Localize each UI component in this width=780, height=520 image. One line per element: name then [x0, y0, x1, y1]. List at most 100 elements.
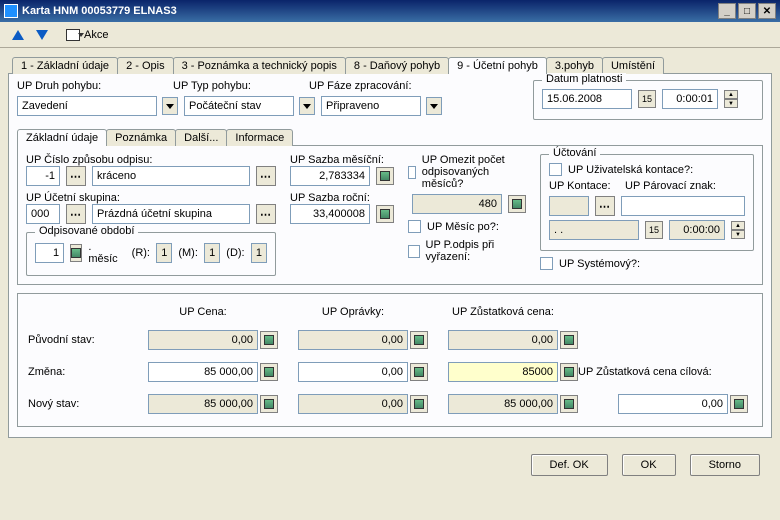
time-input[interactable]: 0:00:01	[662, 89, 718, 109]
cislo-input[interactable]: -1	[26, 166, 60, 186]
def-ok-button[interactable]: Def. OK	[531, 454, 608, 476]
calc-icon[interactable]	[730, 395, 748, 413]
parovaci-input[interactable]	[621, 196, 745, 216]
lbl-podpis: UP P.odpis při vyřazení:	[426, 239, 527, 263]
calc-icon[interactable]	[410, 395, 428, 413]
maximize-button[interactable]: □	[738, 3, 756, 19]
calc-icon[interactable]	[260, 395, 278, 413]
calc-icon[interactable]	[410, 331, 428, 349]
druh-dropdown[interactable]	[162, 97, 178, 115]
lbl-parovaci: UP Párovací znak:	[625, 180, 716, 192]
tab-5[interactable]: 3.pohyb	[546, 57, 603, 74]
subtab-1[interactable]: Poznámka	[106, 129, 176, 146]
skupina-input[interactable]: 000	[26, 204, 60, 224]
window-title: Karta HNM 00053779 ELNAS3	[22, 5, 177, 17]
d-val: 1	[251, 243, 267, 263]
uct-spin[interactable]: ▲▼	[731, 221, 745, 239]
tab-3[interactable]: 8 - Daňový pohyb	[345, 57, 449, 74]
lbl-mesicpo: UP Měsíc po?:	[427, 221, 499, 233]
datum-input[interactable]: 15.06.2008	[542, 89, 632, 109]
sazba-roc-calc[interactable]	[376, 205, 394, 223]
time-spinner[interactable]: ▲▼	[724, 90, 738, 108]
mesicpo-check[interactable]	[408, 220, 421, 233]
ok-button[interactable]: OK	[622, 454, 676, 476]
skupina-text[interactable]: Prázdná účetní skupina	[92, 204, 250, 224]
podpis-check[interactable]	[408, 245, 420, 258]
omezit-val: 480	[412, 194, 502, 214]
obdobi-input[interactable]: 1	[35, 243, 64, 263]
calc-icon[interactable]	[410, 363, 428, 381]
m-val: 1	[204, 243, 220, 263]
kontace-lookup[interactable]: ⋯	[595, 196, 615, 216]
faze-dropdown[interactable]	[426, 97, 442, 115]
skupina-lookup[interactable]: ⋯	[66, 204, 86, 224]
zmena-zust[interactable]: 85000	[448, 362, 558, 382]
tab-2[interactable]: 3 - Poznámka a technický popis	[173, 57, 346, 74]
lbl-sazba-mes: UP Sazba měsíční:	[290, 154, 394, 166]
hdr-zustatkova: UP Zůstatková cena:	[428, 306, 578, 318]
lbl-zmena: Změna:	[28, 366, 128, 378]
close-button[interactable]: ✕	[758, 3, 776, 19]
uctovani-group: Účtování UP Uživatelská kontace?: UP Kon…	[540, 154, 754, 251]
omezit-calc[interactable]	[508, 195, 526, 213]
sazba-mes-input[interactable]: 2,783334	[290, 166, 370, 186]
lbl-r: (R):	[132, 247, 150, 259]
calendar-button[interactable]: 15	[638, 90, 656, 108]
obdobi-calc[interactable]	[70, 244, 82, 262]
lbl-omezit: UP Omezit počet odpisovaných měsíců?	[422, 154, 526, 190]
sazba-roc-input[interactable]: 33,400008	[290, 204, 370, 224]
druh-select[interactable]: Zavedení	[17, 96, 157, 116]
lbl-novy: Nový stav:	[28, 398, 128, 410]
zust-cil-input[interactable]: 0,00	[618, 394, 728, 414]
calc-icon[interactable]	[260, 363, 278, 381]
omezit-check[interactable]	[408, 166, 416, 179]
puvodni-zust: 0,00	[448, 330, 558, 350]
storno-button[interactable]: Storno	[690, 454, 760, 476]
faze-select[interactable]: Připraveno	[321, 96, 421, 116]
skupina-text-lookup[interactable]: ⋯	[256, 204, 276, 224]
nav-up-button[interactable]	[8, 25, 28, 45]
sazba-mes-calc[interactable]	[376, 167, 394, 185]
minimize-button[interactable]: _	[718, 3, 736, 19]
sub-body: UP Číslo způsobu odpisu: -1 ⋯ kráceno ⋯ …	[17, 145, 763, 285]
zmena-opravky[interactable]: 0,00	[298, 362, 408, 382]
kontace-input[interactable]	[549, 196, 589, 216]
toolbar: Akce	[0, 22, 780, 48]
sub-tabs: Základní údajePoznámkaDalší...Informace	[17, 126, 763, 146]
tab-1[interactable]: 2 - Opis	[117, 57, 174, 74]
hdr-cena: UP Cena:	[128, 306, 278, 318]
puvodni-cena: 0,00	[148, 330, 258, 350]
subtab-3[interactable]: Informace	[226, 129, 293, 146]
uzivatelska-check[interactable]	[549, 163, 562, 176]
subtab-2[interactable]: Další...	[175, 129, 227, 146]
calc-icon[interactable]	[560, 331, 578, 349]
uctovani-title: Účtování	[549, 147, 600, 159]
lbl-cislo: UP Číslo způsobu odpisu:	[26, 154, 276, 166]
arrow-up-icon	[12, 30, 24, 40]
zmena-cena[interactable]: 85 000,00	[148, 362, 258, 382]
r-val: 1	[156, 243, 172, 263]
cislo-text[interactable]: kráceno	[92, 166, 250, 186]
tab-0[interactable]: 1 - Základní údaje	[12, 57, 118, 74]
tab-4[interactable]: 9 - Účetní pohyb	[448, 57, 547, 74]
lbl-systemovy: UP Systémový?:	[559, 258, 640, 270]
uct-cal[interactable]: 15	[645, 221, 663, 239]
cislo-lookup[interactable]: ⋯	[66, 166, 86, 186]
calc-icon[interactable]	[260, 331, 278, 349]
akce-label: Akce	[84, 29, 108, 41]
subtab-0[interactable]: Základní údaje	[17, 129, 107, 146]
dialog-buttons: Def. OK OK Storno	[0, 444, 780, 486]
puvodni-opravky: 0,00	[298, 330, 408, 350]
lbl-m: (M):	[178, 247, 198, 259]
typ-dropdown[interactable]	[299, 97, 315, 115]
tab-6[interactable]: Umístění	[602, 57, 664, 74]
calc-icon[interactable]	[560, 395, 578, 413]
calc-icon[interactable]	[560, 363, 578, 381]
datum-group-title: Datum platnosti	[542, 73, 626, 85]
systemovy-check[interactable]	[540, 257, 553, 270]
akce-menu[interactable]: Akce	[60, 27, 114, 43]
novy-zust: 85 000,00	[448, 394, 558, 414]
typ-select[interactable]: Počáteční stav	[184, 96, 294, 116]
nav-down-button[interactable]	[32, 25, 52, 45]
cislo-text-lookup[interactable]: ⋯	[256, 166, 276, 186]
